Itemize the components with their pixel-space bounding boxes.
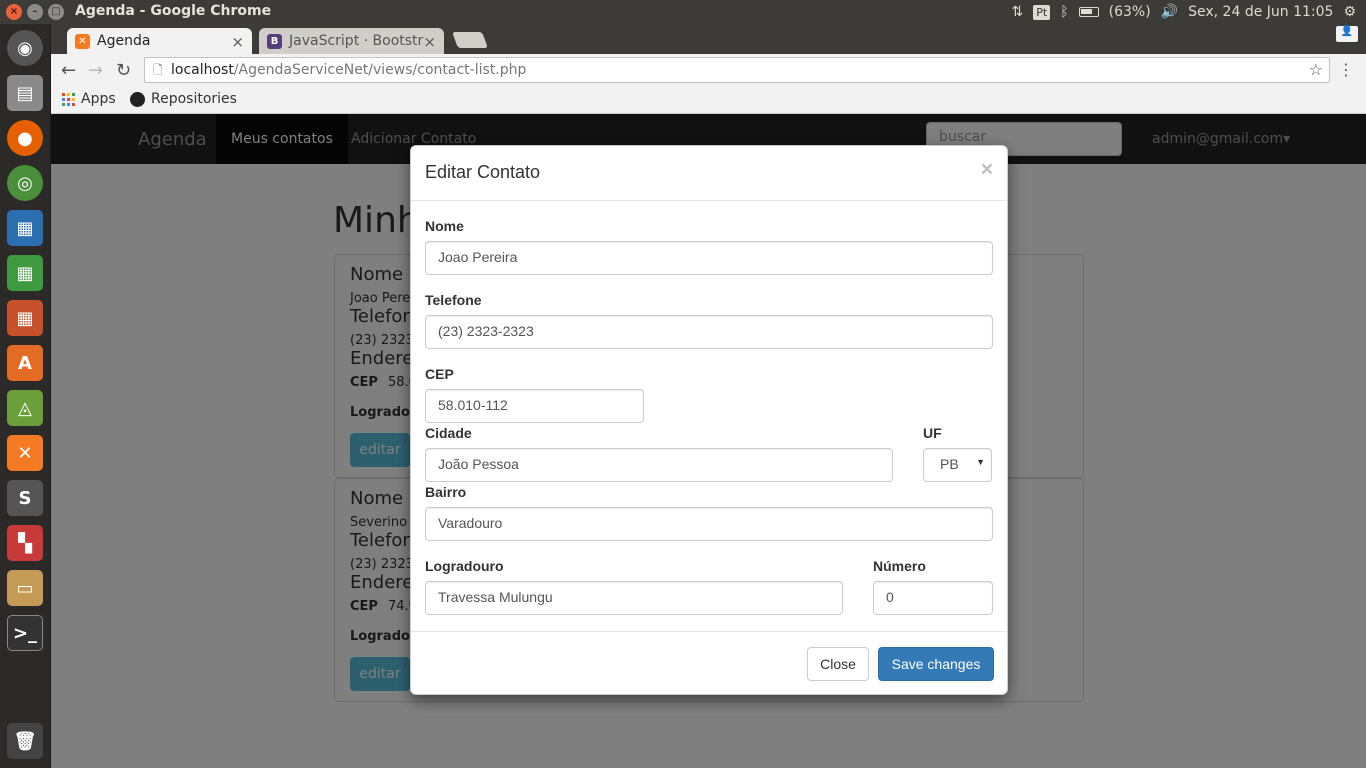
window-maximize-button[interactable]: □	[48, 4, 64, 20]
bookmarks-bar: Apps Repositories	[51, 86, 1366, 114]
reload-icon[interactable]: ↻	[116, 60, 131, 81]
writer-icon[interactable]: ▦	[7, 210, 43, 246]
profile-icon[interactable]: 👤	[1336, 26, 1358, 42]
tab-close-icon[interactable]: ×	[231, 33, 244, 51]
keyboard-layout-indicator[interactable]: Pt	[1033, 4, 1051, 20]
gear-icon[interactable]: ⚙	[1343, 4, 1356, 20]
bluetooth-icon[interactable]: ᛒ	[1060, 4, 1068, 20]
numero-field[interactable]: 0	[873, 581, 993, 615]
battery-percent: (63%)	[1108, 4, 1151, 20]
label-cidade: Cidade	[425, 425, 472, 441]
xampp-icon[interactable]: ✕	[7, 435, 43, 471]
tab-label: Agenda	[97, 33, 151, 49]
chrome-menu-icon[interactable]: ⋮	[1338, 60, 1354, 79]
xampp-icon: ✕	[75, 33, 90, 49]
url-path: /AgendaServiceNet/views/contact-list.php	[233, 62, 527, 78]
logradouro-field[interactable]: Travessa Mulungu	[425, 581, 843, 615]
label-uf: UF	[923, 425, 942, 441]
window-minimize-button[interactable]: –	[27, 4, 43, 20]
ubuntu-top-bar: × – □ Agenda - Google Chrome ⇅ Pt ᛒ (63%…	[0, 0, 1366, 24]
chrome-icon[interactable]: ◎	[7, 165, 43, 201]
firefox-icon[interactable]: ●	[7, 120, 43, 156]
browser-chrome: ✕ Agenda × B JavaScript · Bootstr × 👤 ← …	[51, 24, 1366, 114]
apps-grid-icon	[62, 92, 75, 106]
modal-header: Editar Contato ×	[411, 146, 1007, 201]
clock[interactable]: Sex, 24 de Jun 11:05	[1188, 4, 1333, 20]
multicolor-app-icon[interactable]: ▚	[7, 525, 43, 561]
software-center-icon[interactable]: A	[7, 345, 43, 381]
bookmark-label: Repositories	[151, 91, 237, 107]
chevron-down-icon: ▼	[976, 457, 985, 467]
edit-contact-modal: Editar Contato × Nome Joao Pereira Telef…	[410, 145, 1008, 695]
bookmark-star-icon[interactable]: ☆	[1309, 58, 1323, 82]
new-tab-button[interactable]	[452, 32, 488, 48]
back-icon[interactable]: ←	[61, 60, 76, 81]
modal-title: Editar Contato	[425, 162, 541, 182]
battery-icon[interactable]	[1078, 7, 1099, 17]
unity-launcher: ◉ ▤ ● ◎ ▦ ▦ ▦ A ◬ ✕ S ▚ ▭ >_ 🗑	[0, 24, 51, 768]
cidade-field[interactable]: João Pessoa	[425, 448, 893, 482]
impress-icon[interactable]: ▦	[7, 300, 43, 336]
telefone-field[interactable]: (23) 2323-2323	[425, 315, 993, 349]
uf-select[interactable]: PB ▼	[923, 448, 992, 482]
label-nome: Nome	[425, 218, 464, 234]
terminal-icon[interactable]: >_	[7, 615, 43, 651]
window-title: Agenda - Google Chrome	[75, 3, 272, 19]
uf-selected-value: PB	[940, 456, 959, 472]
label-cep: CEP	[425, 366, 454, 382]
network-icon[interactable]: ⇅	[1012, 4, 1024, 20]
window-close-button[interactable]: ×	[6, 4, 22, 20]
calc-icon[interactable]: ▦	[7, 255, 43, 291]
label-logradouro: Logradouro	[425, 558, 504, 574]
label-numero: Número	[873, 558, 926, 574]
trash-icon[interactable]: 🗑	[7, 723, 43, 759]
close-icon[interactable]: ×	[981, 158, 993, 182]
address-bar[interactable]: 🗋 localhost/AgendaServiceNet/views/conta…	[144, 57, 1330, 83]
archive-icon[interactable]: ▭	[7, 570, 43, 606]
tab-strip: ✕ Agenda × B JavaScript · Bootstr × 👤	[51, 24, 1366, 54]
system-tray: ⇅ Pt ᛒ (63%) 🔊 Sex, 24 de Jun 11:05 ⚙	[1012, 0, 1366, 24]
bookmark-apps[interactable]: Apps	[62, 91, 116, 107]
forward-icon[interactable]: →	[88, 60, 103, 81]
bookmark-label: Apps	[81, 91, 116, 107]
ubuntu-dash-icon[interactable]: ◉	[7, 30, 43, 66]
tab-agenda[interactable]: ✕ Agenda ×	[67, 28, 252, 54]
tab-close-icon[interactable]: ×	[423, 33, 436, 51]
android-studio-icon[interactable]: ◬	[7, 390, 43, 426]
modal-footer: Close Save changes	[411, 631, 1007, 695]
label-bairro: Bairro	[425, 484, 467, 500]
bairro-field[interactable]: Varadouro	[425, 507, 993, 541]
cep-field[interactable]: 58.010-112	[425, 389, 644, 423]
tab-label: JavaScript · Bootstr	[289, 33, 424, 49]
nome-field[interactable]: Joao Pereira	[425, 241, 993, 275]
label-telefone: Telefone	[425, 292, 482, 308]
bootstrap-icon: B	[267, 33, 282, 49]
bookmark-repositories[interactable]: Repositories	[130, 91, 237, 107]
github-icon	[130, 91, 145, 107]
volume-icon[interactable]: 🔊	[1161, 4, 1178, 20]
sublime-text-icon[interactable]: S	[7, 480, 43, 516]
page-info-icon[interactable]: 🗋	[153, 58, 163, 82]
save-changes-button[interactable]: Save changes	[878, 647, 994, 681]
url-host: localhost	[171, 62, 234, 78]
close-button[interactable]: Close	[807, 647, 869, 681]
browser-toolbar: ← → ↻ 🗋 localhost/AgendaServiceNet/views…	[51, 54, 1366, 86]
tab-bootstrap-js[interactable]: B JavaScript · Bootstr ×	[259, 28, 444, 54]
files-icon[interactable]: ▤	[7, 75, 43, 111]
